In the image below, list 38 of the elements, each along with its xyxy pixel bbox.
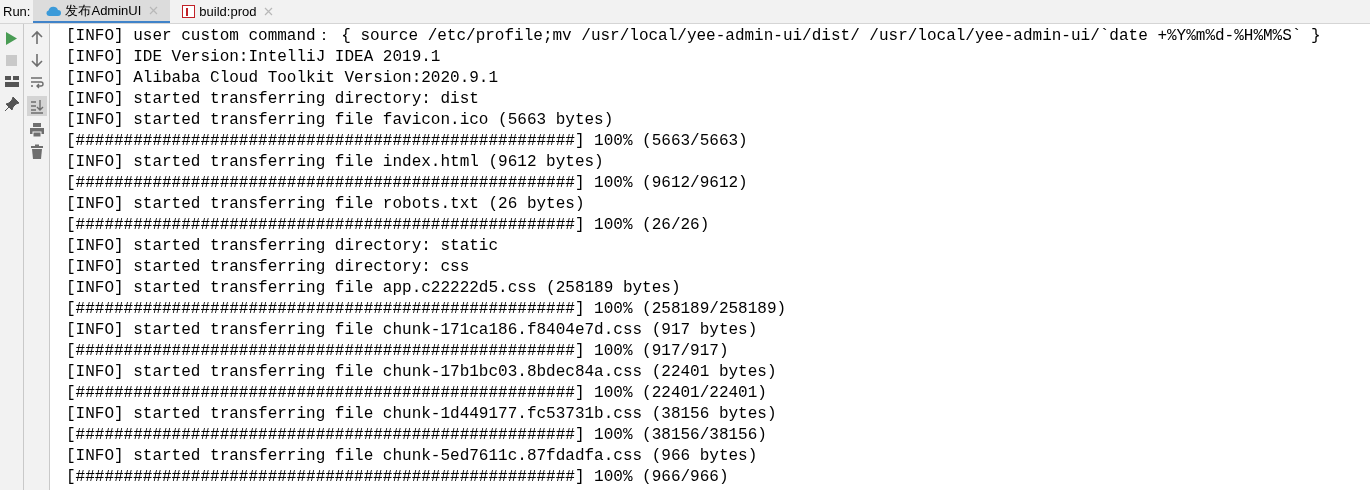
console-line: [INFO] started transferring file chunk-1d449177.fc53731b.css (38156 bytes) [66, 404, 777, 425]
scroll-to-end-button[interactable] [26, 96, 47, 116]
console-line: [####################################################] 100% (258189/258189) [66, 299, 787, 320]
console-line: [####################################################] 100% (9612/9612) [66, 173, 748, 194]
trash-icon[interactable] [28, 144, 45, 160]
console-line: [INFO] started transferring file chunk-17b1bc03.8bdec84a.css (22401 bytes) [66, 362, 777, 383]
cloud-icon [45, 4, 62, 17]
console-line: [INFO] started transferring directory: dist [66, 89, 479, 110]
console-line: [####################################################] 100% (966/966) [66, 467, 729, 488]
play-icon[interactable] [6, 32, 17, 45]
console-line: [INFO] started transferring file robots.txt (26 bytes) [66, 194, 585, 215]
console-line: [INFO] user custom command： { source /etc/profile;mv /usr/local/yee-admin-ui/dist/ /usr/local/yee-admin-ui/`date +%Y%m%d-%H%M%S` } [66, 26, 1321, 47]
tab-label: 发布AdminUI [65, 1, 142, 20]
wrap-icon[interactable] [28, 74, 45, 90]
console-line: [INFO] started transferring file app.c22222d5.css (258189 bytes) [66, 278, 681, 299]
console-line: [####################################################] 100% (22401/22401) [66, 383, 767, 404]
console-line: [####################################################] 100% (917/917) [66, 341, 729, 362]
package-icon [182, 5, 196, 18]
pin-icon[interactable] [4, 97, 19, 111]
console-line: [INFO] started transferring directory: static [66, 236, 499, 257]
console-line: [####################################################] 100% (38156/38156) [66, 425, 767, 446]
console-line: [INFO] Alibaba Cloud Toolkit Version:2020.9.1 [66, 68, 499, 89]
layout-icon[interactable] [4, 76, 19, 87]
console-line: [INFO] started transferring file favicon.ico (5663 bytes) [66, 110, 614, 131]
console-line: [INFO] started transferring file chunk-5ed7611c.87fdadfa.css (966 bytes) [66, 446, 758, 467]
run-label: Run: [2, 2, 32, 21]
tab[interactable]: build:prod [170, 0, 286, 23]
tab[interactable]: 发布AdminUI [33, 0, 171, 23]
scroll-to-end-icon [28, 98, 45, 114]
console-line: [####################################################] 100% (26/26) [66, 215, 710, 236]
print-icon[interactable] [28, 122, 45, 138]
down-arrow-icon[interactable] [28, 52, 45, 68]
console-line: [INFO] IDE Version:IntelliJ IDEA 2019.1 [66, 47, 441, 68]
console-line: [####################################################] 100% (5663/5663) [66, 131, 748, 152]
console-line: [INFO] started transferring directory: css [66, 257, 470, 278]
console-line: [INFO] started transferring file chunk-171ca186.f8404e7d.css (917 bytes) [66, 320, 758, 341]
console-line: [INFO] started transferring file index.html (9612 bytes) [66, 152, 604, 173]
tab-label: build:prod [199, 2, 257, 21]
